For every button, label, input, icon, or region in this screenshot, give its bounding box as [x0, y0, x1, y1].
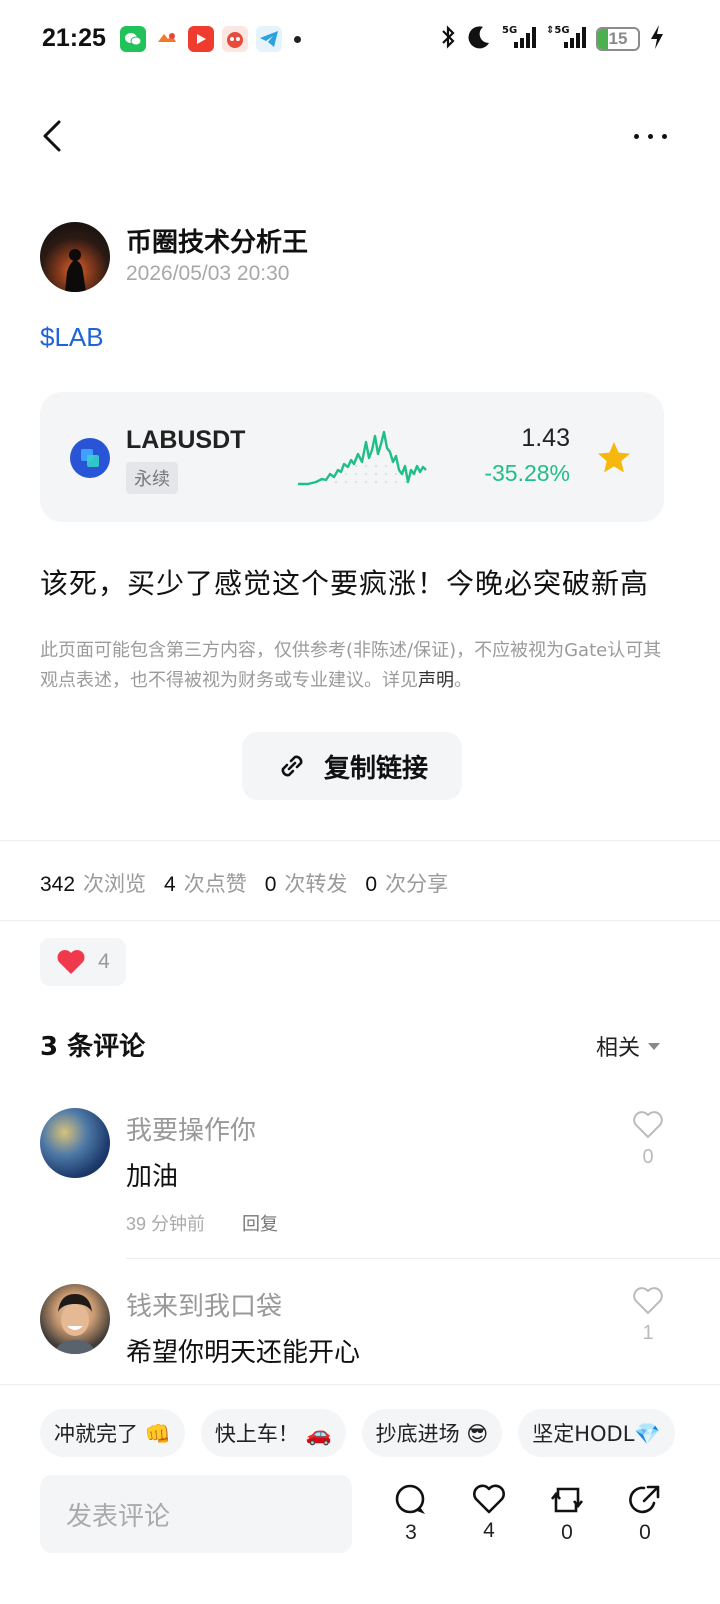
game-icon — [154, 26, 180, 52]
comments-title: 3 条评论 — [40, 1032, 146, 1062]
quick-reply-chip[interactable]: 冲就完了 👊 — [40, 1409, 185, 1457]
heart-outline-icon — [633, 1111, 663, 1139]
comment-avatar[interactable] — [40, 1108, 110, 1178]
quick-reply-chips: 冲就完了 👊 快上车！ 🚗 抄底进场 😎 坚定HODL💎 — [40, 1409, 675, 1457]
svg-text:⇕5G: ⇕5G — [546, 25, 570, 36]
telegram-icon — [256, 26, 282, 52]
coin-icon — [70, 438, 110, 478]
moon-icon — [466, 24, 492, 54]
share-icon — [629, 1485, 660, 1514]
comment-avatar[interactable] — [40, 1284, 110, 1354]
comment-like-button[interactable]: 0 — [628, 1110, 668, 1169]
heart-outline-icon — [473, 1484, 505, 1514]
battery-icon: 15 — [596, 27, 640, 51]
share-action[interactable]: 0 — [620, 1483, 670, 1545]
heart-icon — [57, 950, 85, 974]
chevron-left-icon — [43, 120, 61, 152]
comment-text: 加油 — [126, 1162, 179, 1192]
heart-reaction[interactable]: 4 — [40, 938, 126, 986]
comment-like-count: 0 — [642, 1146, 654, 1168]
link-icon — [281, 755, 303, 777]
signal-5g-icon: ⇕5G — [546, 24, 586, 54]
post-content: 该死，买少了感觉这个要疯涨！今晚必突破新高 — [40, 567, 650, 600]
pair-type-badge: 永续 — [126, 462, 178, 494]
pair-name: LABUSDT — [126, 426, 246, 454]
favorite-star-icon[interactable] — [596, 440, 632, 476]
signal-5g-icon: 5G — [502, 24, 536, 54]
views-label: 次浏览 — [83, 872, 147, 896]
author-avatar[interactable] — [40, 222, 110, 292]
market-card[interactable]: LABUSDT 永续 1.43 -35.28% — [40, 392, 664, 522]
pair-price: 1.43 — [521, 424, 570, 452]
reposts-count: 0 — [264, 873, 277, 896]
quick-reply-chip[interactable]: 坚定HODL💎 — [518, 1409, 675, 1457]
caret-down-icon — [648, 1042, 660, 1050]
shopping-app-icon — [222, 26, 248, 52]
comment-action[interactable]: 3 — [386, 1483, 436, 1545]
share-action-count: 0 — [639, 1521, 651, 1544]
bluetooth-icon — [440, 24, 456, 54]
disclaimer-tail: 。 — [454, 670, 472, 691]
repost-action[interactable]: 0 — [542, 1483, 592, 1545]
notification-icons — [120, 26, 301, 52]
like-action-count: 4 — [483, 1519, 495, 1542]
status-time: 21:25 — [42, 24, 106, 52]
shares-label: 次分享 — [385, 872, 449, 896]
quick-reply-chip[interactable]: 快上车！ 🚗 — [200, 1409, 346, 1457]
reaction-count: 4 — [98, 950, 110, 973]
heart-outline-icon — [633, 1287, 663, 1315]
price-sparkline — [298, 430, 427, 486]
comment-time: 39 分钟前 — [126, 1214, 206, 1234]
comment-divider — [126, 1258, 720, 1259]
charging-icon — [650, 24, 664, 54]
post-stats: 342 次浏览 4 次点赞 0 次转发 0 次分享 — [40, 868, 458, 898]
back-button[interactable] — [30, 112, 74, 160]
copy-link-button[interactable]: 复制链接 — [242, 732, 462, 800]
comment-like-button[interactable]: 1 — [628, 1286, 668, 1345]
repost-action-count: 0 — [561, 1521, 573, 1544]
comment-input[interactable]: 发表评论 — [40, 1475, 352, 1553]
copy-link-label: 复制链接 — [323, 753, 428, 784]
comment-bubble-icon — [395, 1484, 425, 1514]
comment-user[interactable]: 钱来到我口袋 — [126, 1286, 282, 1323]
ticker-tag[interactable]: $LAB — [40, 322, 104, 353]
comment-action-count: 3 — [405, 1521, 417, 1544]
like-action[interactable]: 4 — [464, 1483, 514, 1543]
views-count: 342 — [40, 873, 76, 896]
wechat-icon — [120, 26, 146, 52]
divider — [0, 920, 720, 921]
quick-reply-chip[interactable]: 抄底进场 😎 — [361, 1409, 503, 1457]
likes-label: 次点赞 — [183, 872, 247, 896]
reply-button[interactable]: 回复 — [242, 1210, 278, 1236]
shares-count: 0 — [365, 873, 378, 896]
repost-icon — [550, 1487, 584, 1513]
divider — [0, 840, 720, 841]
comment-like-count: 1 — [642, 1322, 654, 1344]
disclaimer-link[interactable]: 声明 — [418, 670, 454, 691]
reposts-label: 次转发 — [284, 872, 348, 896]
comment-user[interactable]: 我要操作你 — [126, 1110, 256, 1147]
disclaimer: 此页面可能包含第三方内容，仅供参考(非陈述/保证)，不应被视为Gate认可其观点… — [40, 636, 670, 696]
comment-text: 希望你明天还能开心 — [126, 1338, 361, 1368]
author-name[interactable]: 币圈技术分析王 — [126, 222, 308, 259]
likes-count: 4 — [164, 873, 176, 896]
notification-dot-icon — [294, 35, 301, 43]
status-right: 5G ⇕5G 15 — [440, 24, 664, 54]
video-app-icon — [188, 26, 214, 52]
post-time: 2026/05/03 20:30 — [126, 262, 290, 285]
svg-text:5G: 5G — [502, 25, 517, 36]
disclaimer-text: 此页面可能包含第三方内容，仅供参考(非陈述/保证)，不应被视为Gate认可其观点… — [40, 640, 662, 691]
bottom-bar: 冲就完了 👊 快上车！ 🚗 抄底进场 😎 坚定HODL💎 发表评论 3 4 0 … — [0, 1384, 720, 1604]
more-dots-icon[interactable] — [620, 118, 680, 154]
sort-dropdown[interactable]: 相关 — [596, 1030, 660, 1062]
pair-change: -35.28% — [484, 460, 570, 486]
sort-label: 相关 — [595, 1036, 640, 1061]
